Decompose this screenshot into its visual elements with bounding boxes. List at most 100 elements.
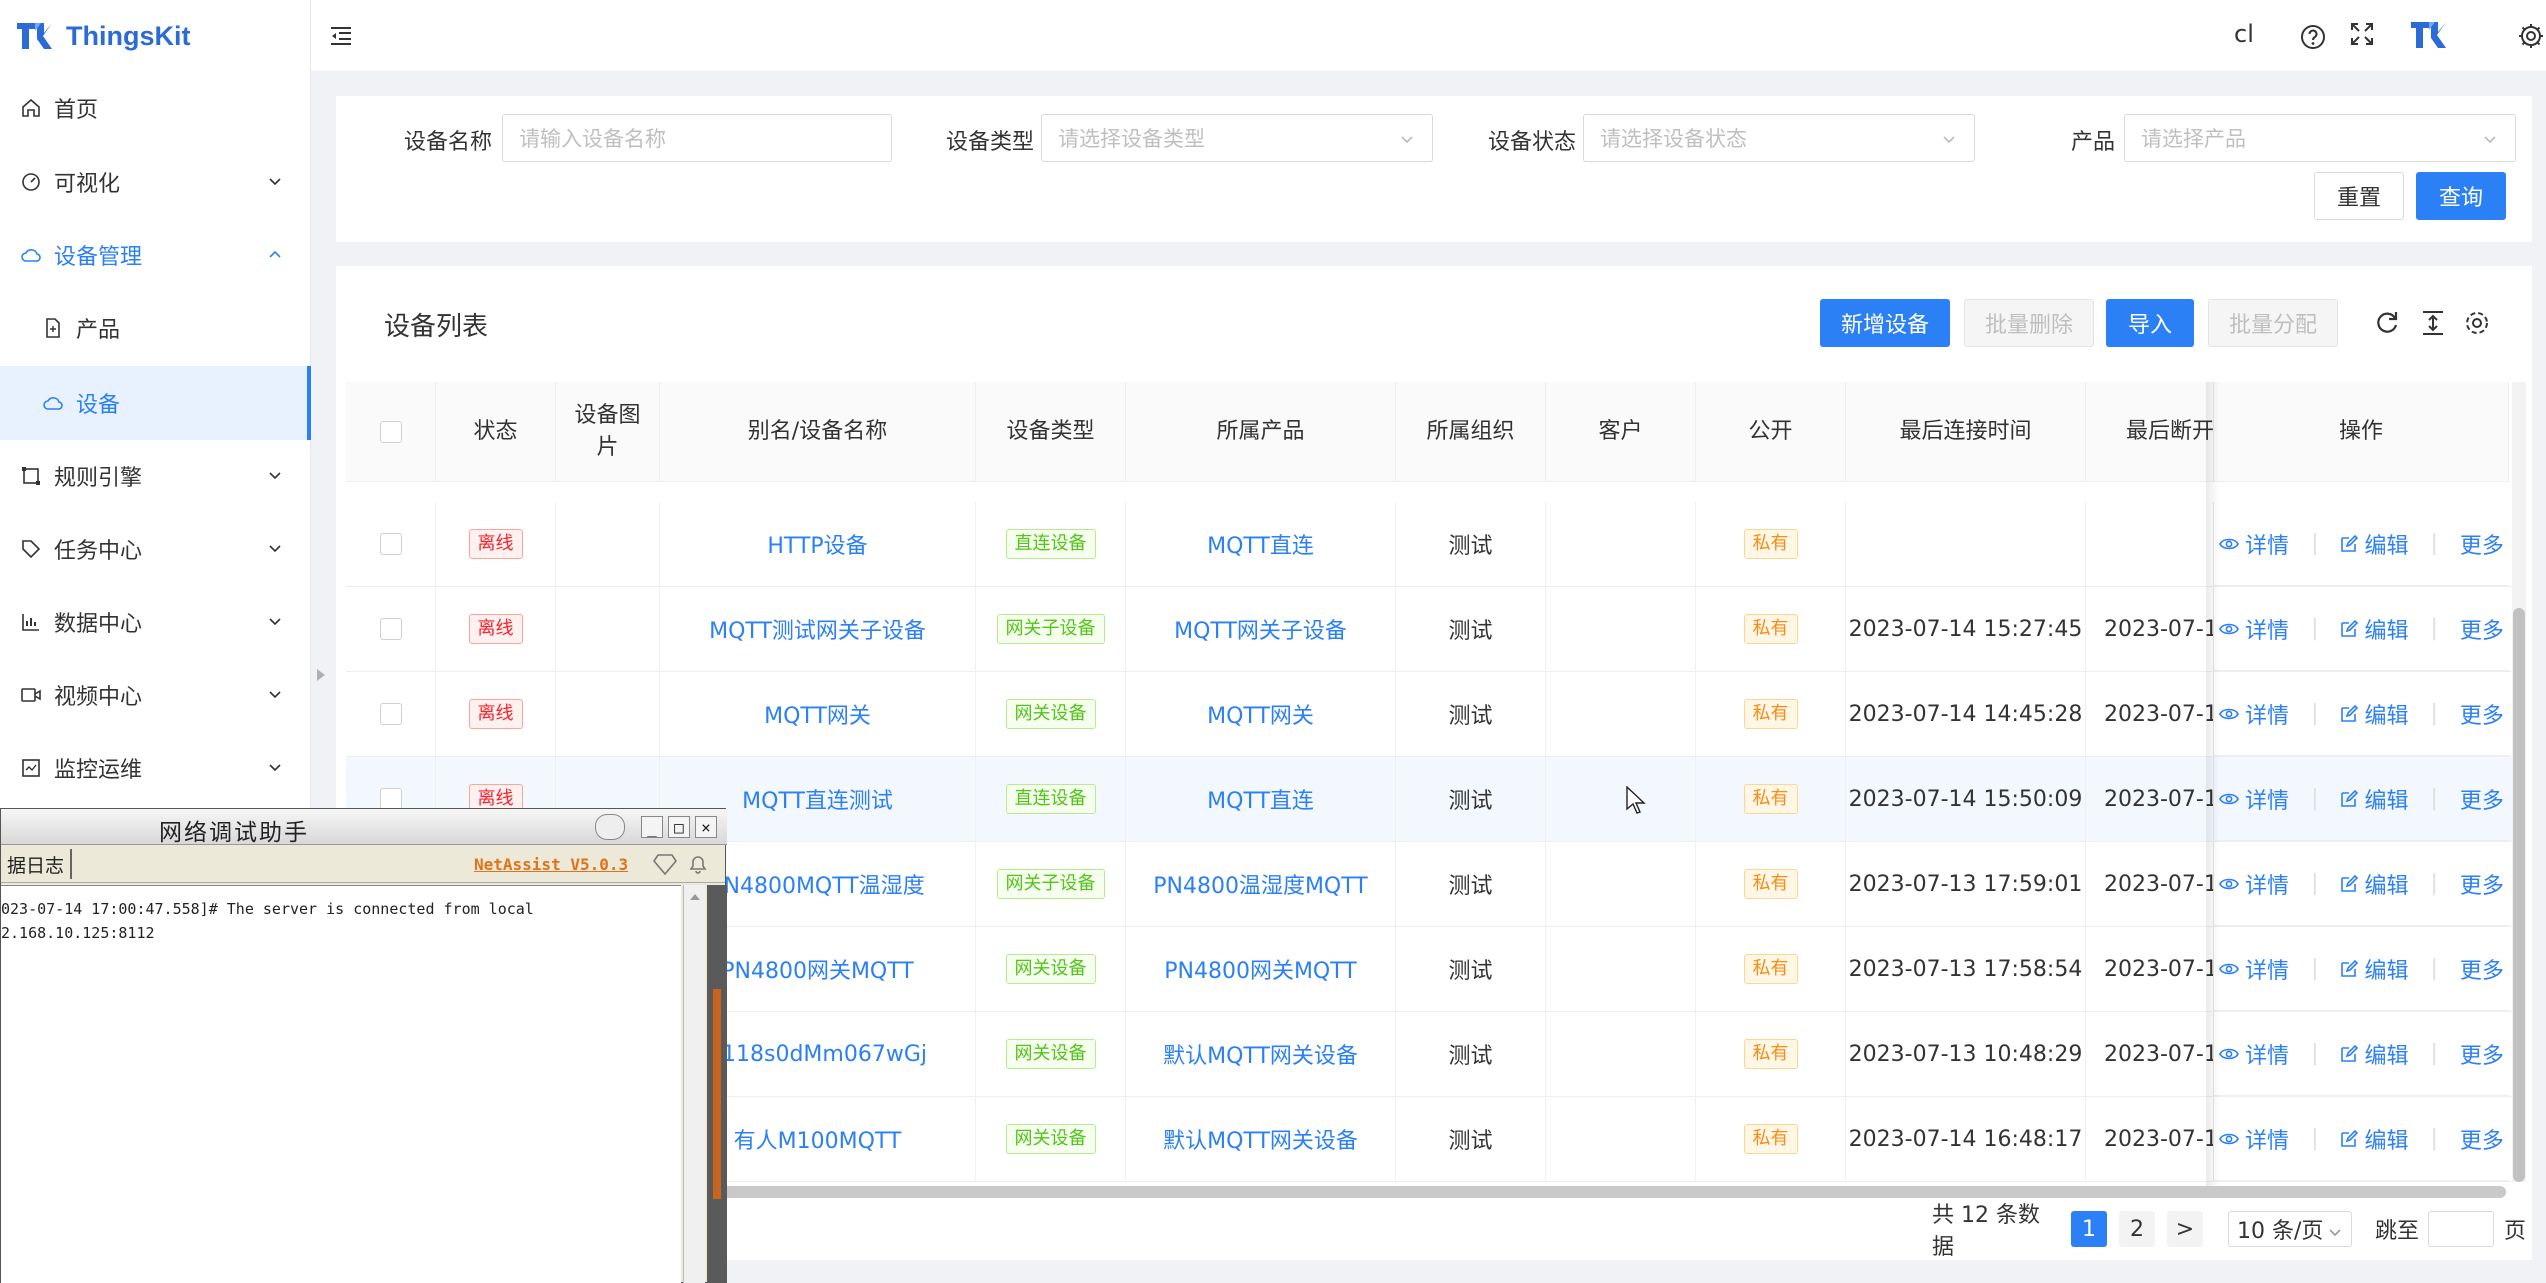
netassist-version-link[interactable]: NetAssist V5.0.3 — [474, 855, 628, 874]
column-height-icon[interactable] — [2418, 308, 2448, 338]
user-name[interactable]: cl — [2234, 20, 2254, 48]
query-button[interactable]: 查询 — [2416, 172, 2506, 220]
add-device-button[interactable]: 新增设备 — [1820, 299, 1950, 347]
fullscreen-icon[interactable] — [2349, 21, 2377, 49]
detail-button[interactable]: 详情 — [2219, 528, 2289, 560]
maximize-icon[interactable]: □ — [668, 816, 690, 838]
sidebar-item-home[interactable]: 首页 — [0, 73, 311, 143]
device-name-input[interactable]: 请输入设备名称 — [502, 114, 892, 162]
refresh-icon[interactable] — [2372, 308, 2402, 338]
row-checkbox[interactable] — [379, 533, 402, 555]
detail-button[interactable]: 详情 — [2219, 1123, 2289, 1155]
product-link[interactable]: MQTT直连 — [1126, 502, 1396, 586]
device-name-link[interactable]: MQTT测试网关子设备 — [660, 587, 976, 671]
row-checkbox[interactable] — [379, 703, 402, 725]
detail-button[interactable]: 详情 — [2219, 783, 2289, 815]
edit-button[interactable]: 编辑 — [2340, 953, 2409, 985]
sidebar-item-device[interactable]: 设备 — [0, 366, 311, 440]
jump-page-input[interactable] — [2428, 1211, 2494, 1247]
product-link[interactable]: 默认MQTT网关设备 — [1126, 1097, 1396, 1181]
table-row[interactable]: 离线 MQTT测试网关子设备 网关子设备 MQTT网关子设备 测试 私有 2023-07-1… — [346, 587, 2522, 672]
product-link[interactable]: MQTT网关 — [1126, 672, 1396, 756]
more-button[interactable]: 更多 — [2460, 528, 2504, 560]
row-select-cell[interactable] — [346, 587, 436, 671]
close-icon[interactable]: × — [695, 816, 717, 838]
row-checkbox[interactable] — [379, 788, 402, 810]
row-checkbox[interactable] — [379, 618, 402, 640]
vertical-scrollbar-thumb[interactable] — [2513, 608, 2525, 1182]
table-row[interactable]: 离线 MQTT网关 网关设备 MQTT网关 测试 私有 2023-07-14 14:45:2… — [346, 672, 2522, 757]
sidebar-item-visualization[interactable]: 可视化 — [0, 147, 311, 217]
bell-icon[interactable] — [687, 853, 709, 881]
product-link[interactable]: MQTT网关子设备 — [1126, 587, 1396, 671]
data-log-tab[interactable]: 据日志 — [1, 849, 73, 879]
more-button[interactable]: 更多 — [2460, 1123, 2504, 1155]
help-icon[interactable] — [2299, 23, 2327, 51]
batch-delete-button[interactable]: 批量删除 — [1964, 299, 2094, 347]
detail-button[interactable]: 详情 — [2219, 868, 2289, 900]
edit-button[interactable]: 编辑 — [2340, 783, 2409, 815]
more-button[interactable]: 更多 — [2460, 953, 2504, 985]
diamond-icon[interactable] — [653, 853, 677, 881]
page-size-select[interactable]: 10 条/页 — [2228, 1211, 2352, 1247]
page-1-button[interactable]: 1 — [2071, 1211, 2107, 1247]
horizontal-scrollbar-thumb[interactable] — [716, 1186, 2506, 1198]
receive-log-area[interactable]: 023-07-14 17:00:47.558]# The server is c… — [1, 885, 681, 1283]
edit-button[interactable]: 编辑 — [2340, 1038, 2409, 1070]
sidebar-collapse-handle[interactable] — [314, 665, 328, 685]
select-all-header[interactable] — [346, 382, 436, 482]
more-button[interactable]: 更多 — [2460, 698, 2504, 730]
detail-button[interactable]: 详情 — [2219, 1038, 2289, 1070]
device-type-placeholder: 请选择设备类型 — [1058, 127, 1205, 151]
row-select-cell[interactable] — [346, 502, 436, 586]
reset-button[interactable]: 重置 — [2314, 172, 2404, 220]
sidebar-item-task-center[interactable]: 任务中心 — [0, 514, 311, 584]
netassist-titlebar[interactable]: 网络调试助手 _ □ × — [1, 809, 727, 846]
product-link[interactable]: PN4800网关MQTT — [1126, 927, 1396, 1011]
settings-gear-icon[interactable] — [2517, 22, 2545, 50]
org-cell: 测试 — [1396, 1097, 1546, 1181]
edit-button[interactable]: 编辑 — [2340, 868, 2409, 900]
sidebar-item-device-management[interactable]: 设备管理 — [0, 220, 311, 290]
chevron-down-icon — [1940, 129, 1958, 147]
sidebar-item-video-center[interactable]: 视频中心 — [0, 660, 311, 730]
sidebar-item-monitoring[interactable]: 监控运维 — [0, 733, 311, 803]
device-name-link[interactable]: MQTT网关 — [660, 672, 976, 756]
more-button[interactable]: 更多 — [2460, 1038, 2504, 1070]
product-link[interactable]: 默认MQTT网关设备 — [1126, 1012, 1396, 1096]
netassist-window[interactable]: 网络调试助手 _ □ × 据日志 NetAssist V5.0.3 023-07… — [0, 808, 727, 1283]
row-select-cell[interactable] — [346, 672, 436, 756]
detail-button[interactable]: 详情 — [2219, 613, 2289, 645]
edit-button[interactable]: 编辑 — [2340, 528, 2409, 560]
detail-button[interactable]: 详情 — [2219, 953, 2289, 985]
product-select[interactable]: 请选择产品 — [2124, 114, 2516, 162]
product-link[interactable]: MQTT直连 — [1126, 757, 1396, 841]
next-page-button[interactable]: > — [2167, 1211, 2203, 1247]
import-button[interactable]: 导入 — [2106, 299, 2194, 347]
menu-fold-icon[interactable] — [327, 22, 355, 50]
avatar[interactable] — [2409, 20, 2447, 52]
sidebar-item-product[interactable]: 产品 — [0, 293, 311, 363]
edit-button[interactable]: 编辑 — [2340, 698, 2409, 730]
device-status-select[interactable]: 请选择设备状态 — [1583, 114, 1975, 162]
sidebar-item-rule-engine[interactable]: 规则引擎 — [0, 441, 311, 511]
detail-button[interactable]: 详情 — [2219, 698, 2289, 730]
log-scrollbar[interactable] — [683, 885, 705, 1283]
pin-icon[interactable] — [595, 814, 625, 840]
batch-assign-button[interactable]: 批量分配 — [2208, 299, 2338, 347]
edit-button[interactable]: 编辑 — [2340, 613, 2409, 645]
edit-button[interactable]: 编辑 — [2340, 1123, 2409, 1155]
column-settings-gear-icon[interactable] — [2462, 308, 2492, 338]
device-name-link[interactable]: HTTP设备 — [660, 502, 976, 586]
more-button[interactable]: 更多 — [2460, 613, 2504, 645]
sidebar-item-data-center[interactable]: 数据中心 — [0, 587, 311, 657]
more-button[interactable]: 更多 — [2460, 783, 2504, 815]
minimize-icon[interactable]: _ — [641, 816, 663, 838]
device-type-select[interactable]: 请选择设备类型 — [1041, 114, 1433, 162]
brand-logo[interactable]: ThingsKit — [0, 0, 311, 72]
table-row[interactable]: 离线 HTTP设备 直连设备 MQTT直连 测试 私有 — [346, 502, 2522, 587]
product-link[interactable]: PN4800温湿度MQTT — [1126, 842, 1396, 926]
page-2-button[interactable]: 2 — [2119, 1211, 2155, 1247]
more-button[interactable]: 更多 — [2460, 868, 2504, 900]
select-all-checkbox[interactable] — [379, 420, 402, 443]
